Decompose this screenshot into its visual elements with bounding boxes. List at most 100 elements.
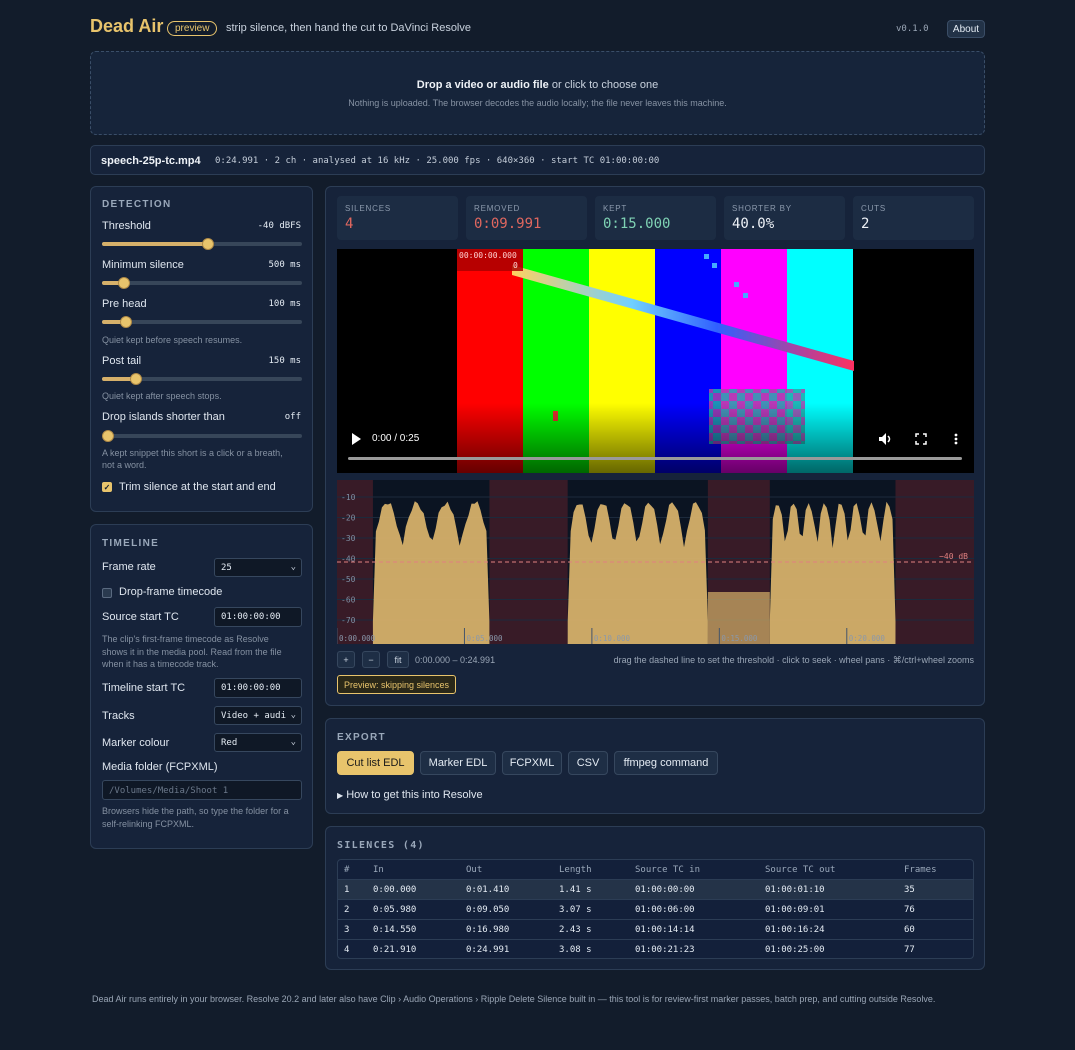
export-heading: EXPORT <box>337 732 386 743</box>
speech-waveform <box>372 501 490 644</box>
stat-value: 40.0% <box>732 216 775 232</box>
stat-value: 0:09.991 <box>474 216 542 232</box>
table-header: # In Out Length Source TC in Source TC o… <box>344 865 937 875</box>
export-ffmpeg-button[interactable]: ffmpeg command <box>614 751 718 775</box>
stat-shorter-by: SHORTER BY 40.0% <box>724 196 845 240</box>
dropzone-note: Nothing is uploaded. The browser decodes… <box>348 98 727 108</box>
triangle-right-icon: ▶ <box>337 791 344 800</box>
time-tick-label: 0:00.000 <box>339 634 376 643</box>
min-silence-value: 500 ms <box>268 260 301 270</box>
zoom-in-button[interactable]: + <box>337 651 355 668</box>
min-silence-slider[interactable] <box>102 277 302 289</box>
source-tc-input[interactable] <box>214 607 302 627</box>
timeline-tc-label: Timeline start TC <box>102 682 186 694</box>
pre-head-value: 100 ms <box>268 299 301 309</box>
export-fcpxml-button[interactable]: FCPXML <box>502 751 562 775</box>
speech-waveform <box>567 502 708 644</box>
table-row[interactable]: 3 0:14.550 0:16.980 2.43 s 01:00:14:14 0… <box>338 919 973 939</box>
video-time: 0:00 / 0:25 <box>372 433 420 444</box>
video-frame-overlay: 0 <box>513 261 518 270</box>
tracks-select[interactable]: Video + audi ⌄ <box>214 706 302 725</box>
waveform-chart[interactable]: -10-20-30-40-50-60-70−40 dB0:00.000 0:05.… <box>337 480 974 644</box>
drop-frame-checkbox[interactable] <box>102 588 112 598</box>
post-tail-slider[interactable] <box>102 373 302 385</box>
media-folder-hint-2: self-relinking FCPXML. <box>102 818 195 829</box>
trim-checkbox[interactable]: ✓ <box>102 482 112 492</box>
drop-islands-label: Drop islands shorter than <box>102 411 225 423</box>
timeline-tc-input[interactable] <box>214 678 302 698</box>
about-button[interactable]: About <box>947 20 985 38</box>
db-tick-label: -70 <box>341 616 356 625</box>
marker-colour-label: Marker colour <box>102 737 170 749</box>
speech-waveform <box>769 501 896 644</box>
db-tick-label: -10 <box>341 493 356 502</box>
table-row[interactable]: 4 0:21.910 0:24.991 3.08 s 01:00:21:23 0… <box>338 939 973 958</box>
threshold-value: -40 dBFS <box>257 221 301 231</box>
db-tick-label: -60 <box>341 596 356 605</box>
drop-islands-hint-1: A kept snippet this short is a click or … <box>102 448 283 458</box>
db-tick-label: -20 <box>341 514 356 523</box>
howto-disclosure[interactable]: ▶ How to get this into Resolve <box>337 789 483 801</box>
drop-islands-hint-2: not a word. <box>102 460 147 470</box>
source-tc-label: Source start TC <box>102 611 179 623</box>
detection-heading: DETECTION <box>102 199 172 210</box>
tracks-label: Tracks <box>102 710 135 722</box>
tagline: strip silence, then hand the cut to DaVi… <box>226 22 471 34</box>
table-row[interactable]: 2 0:05.980 0:09.050 3.07 s 01:00:06:00 0… <box>338 899 973 919</box>
stat-label: CUTS <box>861 204 886 213</box>
file-dropzone[interactable]: Drop a video or audio file or click to c… <box>90 51 985 135</box>
video-controls: 0:00 / 0:25 <box>337 403 974 473</box>
post-tail-value: 150 ms <box>268 356 301 366</box>
pre-head-hint: Quiet kept before speech resumes. <box>102 335 243 345</box>
timeline-panel: TIMELINE Frame rate 25 ⌄ Drop-frame timec… <box>90 524 313 849</box>
video-seek-bar[interactable] <box>348 457 962 460</box>
trim-label: Trim silence at the start and end <box>119 481 276 493</box>
time-tick-label: 0:15.000 <box>721 634 758 643</box>
video-timecode-overlay: 00:00:00.000 <box>459 251 517 260</box>
table-row[interactable]: 1 0:00.000 0:01.410 1.41 s 01:00:00:00 0… <box>338 879 973 899</box>
volume-icon[interactable] <box>878 432 892 449</box>
silences-heading: SILENCES (4) <box>337 840 425 851</box>
preview-badge: preview <box>167 21 218 36</box>
zoom-out-button[interactable]: − <box>362 651 380 668</box>
threshold-label: −40 dB <box>939 552 968 561</box>
time-tick-label: 0:05.000 <box>466 634 503 643</box>
version-label: v0.1.0 <box>896 24 929 34</box>
export-csv-button[interactable]: CSV <box>568 751 608 775</box>
timeline-heading: TIMELINE <box>102 538 160 549</box>
min-silence-label: Minimum silence <box>102 259 184 271</box>
stat-removed: REMOVED 0:09.991 <box>466 196 587 240</box>
zoom-fit-button[interactable]: fit <box>387 651 409 668</box>
more-options-icon[interactable] <box>954 433 958 448</box>
db-tick-label: -50 <box>341 575 356 584</box>
threshold-slider[interactable] <box>102 238 302 250</box>
drop-islands-slider[interactable] <box>102 430 302 442</box>
export-marker-edl-button[interactable]: Marker EDL <box>420 751 496 775</box>
threshold-label: Threshold <box>102 220 151 232</box>
stat-value: 0:15.000 <box>603 216 671 232</box>
stat-label: SHORTER BY <box>732 204 792 213</box>
pre-head-slider[interactable] <box>102 316 302 328</box>
preview-toggle-button[interactable]: Preview: skipping silences <box>337 675 457 694</box>
stat-silences: SILENCES 4 <box>337 196 458 240</box>
frame-rate-select[interactable]: 25 ⌄ <box>214 558 302 577</box>
post-tail-label: Post tail <box>102 355 142 367</box>
waveform-view[interactable]: -10 -20 -30 -40 -50 -60 -70 −40 dB 0:00.000 0:05.… <box>337 480 974 644</box>
media-folder-label: Media folder (FCPXML) <box>102 761 218 773</box>
file-meta: 0:24.991 · 2 ch · analysed at 16 kHz · 2… <box>215 156 660 166</box>
stat-label: SILENCES <box>345 204 391 213</box>
video-player[interactable]: 00:00:00.000 0 0:00 / 0:25 <box>337 249 974 473</box>
file-info-bar: speech-25p-tc.mp4 0:24.991 · 2 ch · anal… <box>90 145 985 175</box>
drop-frame-label: Drop-frame timecode <box>119 586 223 598</box>
chevron-down-icon: ⌄ <box>290 710 296 720</box>
play-icon[interactable] <box>351 433 361 445</box>
export-cut-list-edl-button[interactable]: Cut list EDL <box>337 751 414 775</box>
zoom-range: 0:00.000 – 0:24.991 <box>415 655 496 665</box>
fullscreen-icon[interactable] <box>915 433 927 448</box>
stat-label: KEPT <box>603 204 628 213</box>
detection-panel: DETECTION Threshold -40 dBFS Minimum sil… <box>90 186 313 512</box>
media-folder-input[interactable]: /Volumes/Media/Shoot 1 <box>102 780 302 800</box>
marker-colour-select[interactable]: Red ⌄ <box>214 733 302 752</box>
chevron-down-icon: ⌄ <box>290 562 296 572</box>
stat-value: 4 <box>345 216 354 232</box>
